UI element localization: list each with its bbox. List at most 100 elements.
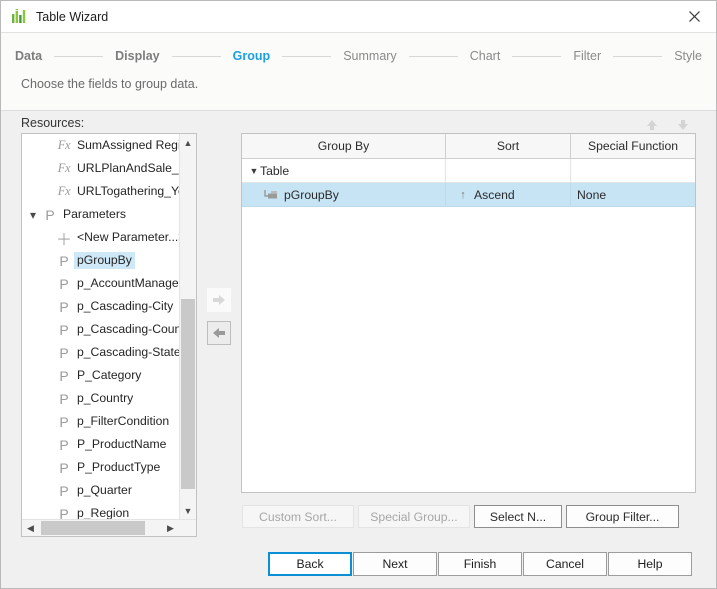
column-header-special-function[interactable]: Special Function bbox=[571, 134, 695, 158]
tree-item-new-parameter[interactable]: ＋ <New Parameter...> bbox=[22, 226, 179, 249]
p-icon: P bbox=[59, 344, 69, 361]
tree-item-p-cascading-city[interactable]: Pp_Cascading-City bbox=[22, 295, 179, 318]
tree-item-label: <New Parameter...> bbox=[77, 230, 179, 244]
chevron-down-icon[interactable]: ▾ bbox=[26, 208, 40, 222]
column-header-sort[interactable]: Sort bbox=[446, 134, 571, 158]
tree-item-parameters[interactable]: ▾ P Parameters bbox=[22, 203, 179, 226]
tree-item-label: P_Category bbox=[77, 368, 142, 382]
custom-sort-button[interactable]: Custom Sort... bbox=[242, 505, 354, 528]
tree-item-p-productname[interactable]: P P_ProductName bbox=[22, 433, 179, 456]
tree-item-p-country[interactable]: Pp_Country bbox=[22, 387, 179, 410]
tree-item-label: p_Quarter bbox=[77, 483, 132, 497]
help-button[interactable]: Help bbox=[608, 552, 692, 576]
next-button[interactable]: Next bbox=[353, 552, 437, 576]
cell-group-by[interactable]: pGroupBy bbox=[242, 183, 446, 206]
sort-label: Ascend bbox=[474, 187, 515, 202]
group-filter-button[interactable]: Group Filter... bbox=[566, 505, 679, 528]
tree-item-label: P_ProductName bbox=[77, 437, 167, 451]
tree-item-p-producttype[interactable]: P P_ProductType bbox=[22, 456, 179, 479]
finish-button[interactable]: Finish bbox=[438, 552, 522, 576]
step-separator bbox=[171, 55, 221, 57]
arrow-left-icon bbox=[213, 328, 225, 338]
step-group[interactable]: Group bbox=[233, 49, 271, 63]
p-icon: P bbox=[59, 252, 69, 269]
tree-item-label: p_AccountManagerNam bbox=[77, 276, 179, 290]
tree-item-urlplanandsale-year[interactable]: Fx URLPlanAndSale_Year bbox=[22, 157, 179, 180]
horizontal-scroll-thumb[interactable] bbox=[41, 521, 145, 535]
tree-item-label: p_FilterCondition bbox=[77, 414, 170, 428]
p-icon: P bbox=[59, 321, 69, 338]
special-group-button[interactable]: Special Group... bbox=[358, 505, 470, 528]
tree-vertical-scrollbar[interactable]: ▲ ▼ bbox=[179, 134, 196, 519]
resources-label: Resources: bbox=[21, 116, 85, 130]
add-to-group-button[interactable] bbox=[207, 288, 231, 312]
cell-special-function[interactable] bbox=[571, 159, 695, 182]
step-chart[interactable]: Chart bbox=[470, 49, 501, 63]
field-label: pGroupBy bbox=[284, 187, 339, 202]
arrow-up-icon bbox=[647, 120, 657, 130]
resources-tree[interactable]: Fx SumAssigned Region Fx URLPlanAndSale_Yea… bbox=[21, 133, 197, 537]
tree-item-p-cascading-state[interactable]: Pp_Cascading-State bbox=[22, 341, 179, 364]
scroll-left-icon[interactable]: ◀ bbox=[22, 520, 39, 536]
wizard-steps: Data Display Group Summary Chart Filter … bbox=[1, 43, 716, 69]
step-separator bbox=[54, 55, 104, 57]
tree-item-label: Parameters bbox=[63, 207, 126, 221]
p-icon: P bbox=[59, 413, 69, 430]
tree-item-p-region[interactable]: Pp_Region bbox=[22, 502, 179, 520]
chevron-down-icon[interactable]: ▼ bbox=[248, 166, 260, 176]
scroll-down-icon[interactable]: ▼ bbox=[180, 502, 196, 519]
step-style[interactable]: Style bbox=[674, 49, 702, 63]
tree-item-label: p_Region bbox=[77, 506, 130, 519]
remove-from-group-button[interactable] bbox=[207, 321, 231, 345]
window-title: Table Wizard bbox=[36, 9, 109, 24]
cell-sort[interactable]: ↑ Ascend bbox=[446, 183, 571, 206]
table-wizard-dialog: Table Wizard Data Display Group Summary … bbox=[0, 0, 717, 589]
tree-item-p-filtercondition[interactable]: Pp_FilterCondition bbox=[22, 410, 179, 433]
arrow-down-icon bbox=[678, 120, 688, 130]
close-icon[interactable] bbox=[672, 1, 716, 32]
tree-item-pgroupby[interactable]: PpGroupBy bbox=[22, 249, 179, 272]
group-by-grid[interactable]: Group By Sort Special Function ▼ Table p… bbox=[241, 133, 696, 493]
tree-item-label: SumAssigned Region bbox=[77, 138, 179, 152]
p-icon: P bbox=[59, 482, 69, 499]
tree-item-p-cascading-country[interactable]: Pp_Cascading-Country bbox=[22, 318, 179, 341]
step-summary[interactable]: Summary bbox=[343, 49, 396, 63]
step-filter[interactable]: Filter bbox=[573, 49, 601, 63]
tree-horizontal-scrollbar[interactable]: ◀ ▶ bbox=[22, 519, 196, 536]
tree-item-label: URLPlanAndSale_Year bbox=[77, 161, 179, 175]
tree-item-label: p_Cascading-City bbox=[77, 299, 174, 313]
step-display[interactable]: Display bbox=[115, 49, 159, 63]
select-n-button[interactable]: Select N... bbox=[474, 505, 562, 528]
node-label: Table bbox=[260, 163, 290, 178]
tree-item-label: URLTogathering_Year bbox=[77, 184, 179, 198]
arrow-right-icon bbox=[213, 295, 225, 305]
tree-item-p-category[interactable]: P P_Category bbox=[22, 364, 179, 387]
p-icon: P bbox=[59, 390, 69, 407]
step-data[interactable]: Data bbox=[15, 49, 42, 63]
cancel-button[interactable]: Cancel bbox=[523, 552, 607, 576]
wizard-header: Data Display Group Summary Chart Filter … bbox=[1, 33, 716, 111]
group-field-icon bbox=[260, 188, 284, 202]
cell-special-function[interactable]: None bbox=[571, 183, 695, 206]
tree-item-p-quarter[interactable]: Pp_Quarter bbox=[22, 479, 179, 502]
back-button[interactable]: Back bbox=[268, 552, 352, 576]
p-icon: P bbox=[59, 505, 69, 520]
scroll-right-icon[interactable]: ▶ bbox=[162, 520, 179, 536]
tree-item-label: pGroupBy bbox=[74, 252, 135, 269]
vertical-scroll-thumb[interactable] bbox=[181, 299, 195, 489]
p-icon: P bbox=[45, 206, 55, 223]
bar-chart-icon bbox=[12, 8, 26, 23]
tree-item-urltogathering-year[interactable]: Fx URLTogathering_Year bbox=[22, 180, 179, 203]
dialog-body: Resources: Fx SumAssigned Region Fx URLPlan… bbox=[1, 111, 716, 588]
column-header-group-by[interactable]: Group By bbox=[242, 134, 446, 158]
p-icon: P bbox=[59, 436, 69, 453]
table-row[interactable]: pGroupBy ↑ Ascend None bbox=[242, 183, 695, 207]
grid-header-row: Group By Sort Special Function bbox=[242, 134, 695, 159]
step-separator bbox=[408, 55, 458, 57]
cell-group-by[interactable]: ▼ Table bbox=[242, 159, 446, 182]
cell-sort[interactable] bbox=[446, 159, 571, 182]
table-row[interactable]: ▼ Table bbox=[242, 159, 695, 183]
scroll-up-icon[interactable]: ▲ bbox=[180, 134, 196, 151]
tree-item-p-accountmanagernam[interactable]: Pp_AccountManagerNam bbox=[22, 272, 179, 295]
tree-item-sumassigned-region[interactable]: Fx SumAssigned Region bbox=[22, 134, 179, 157]
